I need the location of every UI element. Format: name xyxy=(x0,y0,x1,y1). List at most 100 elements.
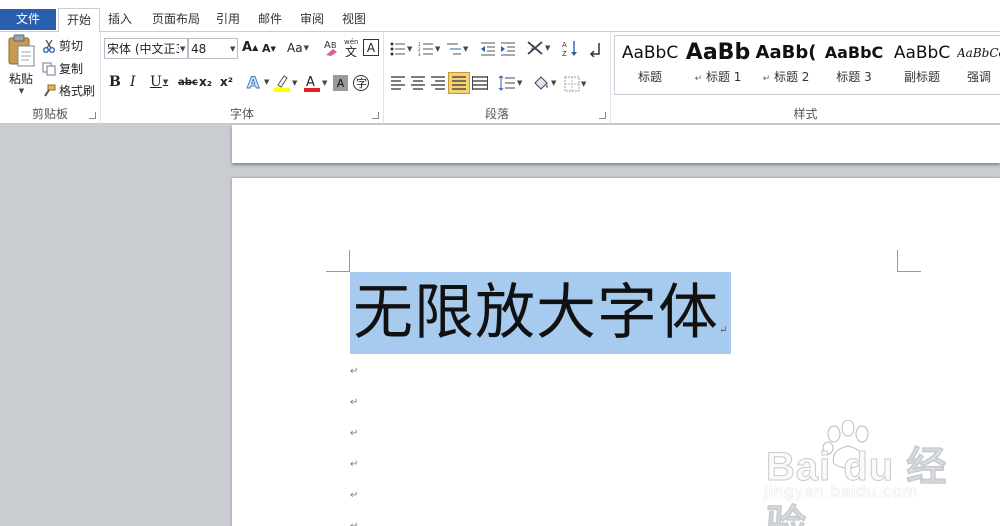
strikethrough-button[interactable]: abc xyxy=(178,77,198,88)
increase-indent-button[interactable] xyxy=(500,42,516,56)
superscript-label: x² xyxy=(220,75,233,89)
paste-dropdown-icon[interactable]: ▼ xyxy=(19,87,24,95)
phonetic-guide-button[interactable]: wén 文 xyxy=(343,37,361,57)
paragraph-mark: ↵ xyxy=(350,428,359,439)
change-case-label: Aa xyxy=(287,41,303,55)
watermark-url-text: jingyan.baidu.com xyxy=(764,482,919,501)
tab-home[interactable]: 开始 xyxy=(58,8,100,33)
chinese-layout-button[interactable]: A ▼ xyxy=(526,40,550,56)
clipboard-group-label: 剪贴板 xyxy=(31,107,68,121)
bold-button[interactable]: B xyxy=(109,74,121,90)
selected-heading-text[interactable]: 无限放大字体↵ xyxy=(350,272,732,354)
tab-page-layout[interactable]: 页面布局 xyxy=(144,8,208,32)
style-item-subtitle[interactable]: AaBbC 副标题 xyxy=(889,38,955,92)
paragraph-mark: ↵ xyxy=(350,490,359,501)
align-left-button[interactable] xyxy=(390,76,406,90)
tab-view[interactable]: 视图 xyxy=(336,8,372,32)
paragraph-mark: ↵ xyxy=(350,459,359,470)
style-item-heading-1[interactable]: AaBb ↵ 标题 1 xyxy=(685,38,751,92)
clear-formatting-button[interactable]: AB xyxy=(323,37,341,57)
underline-button[interactable]: U ▼ xyxy=(150,74,168,90)
heading-paragraph-mark: ↵ xyxy=(719,325,729,336)
shrink-font-button[interactable]: A ▼ xyxy=(262,42,276,55)
highlight-button[interactable]: ▼ xyxy=(273,73,297,93)
svg-text:A: A xyxy=(247,73,260,91)
change-case-button[interactable]: Aa ▼ xyxy=(287,41,309,55)
style-item-heading-3[interactable]: AaBbC 标题 3 xyxy=(821,38,887,92)
font-launcher-icon[interactable] xyxy=(372,112,379,119)
numbering-button[interactable]: 1 2 3 ▼ xyxy=(418,42,440,56)
clipboard-launcher-icon[interactable] xyxy=(89,112,96,119)
justify-button[interactable] xyxy=(448,72,470,94)
style-heading2-label: 标题 2 xyxy=(773,70,810,84)
shrink-arrow-icon: ▼ xyxy=(270,44,276,53)
svg-text:3: 3 xyxy=(418,52,421,56)
tab-insert[interactable]: 插入 xyxy=(102,8,138,32)
style-item-title[interactable]: AaBbC 标题 xyxy=(617,38,683,92)
style-heading3-sample: AaBbC xyxy=(824,43,884,62)
character-shading-button[interactable]: A xyxy=(333,75,348,91)
line-spacing-button[interactable]: ▼ xyxy=(498,75,522,91)
character-shading-icon: A xyxy=(336,76,345,90)
align-right-icon xyxy=(431,76,445,90)
multilevel-list-button[interactable]: ▼ xyxy=(446,42,468,56)
paragraph-mark: ↵ xyxy=(350,521,358,526)
font-color-button[interactable]: A ▼ xyxy=(303,73,327,93)
borders-icon xyxy=(564,76,580,92)
character-border-button[interactable]: A xyxy=(363,39,379,56)
styles-gallery: AaBbC 标题 AaBb ↵ 标题 1 AaBb( ↵ 标题 2 AaBbC … xyxy=(614,35,1000,95)
distributed-button[interactable] xyxy=(472,76,488,90)
paragraph-launcher-icon[interactable] xyxy=(599,112,606,119)
style-item-heading-2[interactable]: AaBb( ↵ 标题 2 xyxy=(753,38,819,92)
decrease-indent-button[interactable] xyxy=(480,42,496,56)
font-size-select[interactable]: 48 ▼ xyxy=(188,38,238,59)
font-name-dropdown-icon[interactable]: ▼ xyxy=(180,45,185,53)
sort-button[interactable]: AZ xyxy=(562,39,578,57)
scissors-icon xyxy=(43,39,55,53)
grow-arrow-icon: ▲ xyxy=(252,43,259,52)
font-size-dropdown-icon[interactable]: ▼ xyxy=(230,45,235,53)
svg-text:文: 文 xyxy=(345,44,357,57)
align-left-icon xyxy=(391,76,405,90)
show-marks-button[interactable] xyxy=(589,41,601,57)
tab-review[interactable]: 审阅 xyxy=(294,8,330,32)
svg-text:A: A xyxy=(306,75,315,90)
style-item-emphasis[interactable]: AaBbCc 强调 xyxy=(957,38,1000,92)
tab-file[interactable]: 文件 xyxy=(0,9,56,30)
superscript-button[interactable]: x² xyxy=(220,75,233,89)
enclose-characters-icon: 字 xyxy=(353,75,369,91)
multilevel-list-icon xyxy=(447,43,461,55)
subscript-button[interactable]: x₂ xyxy=(199,75,212,89)
style-heading2-sample: AaBb( xyxy=(755,42,817,63)
clipboard-group: 粘贴 ▼ 剪切 复制 格式刷 剪贴板 xyxy=(0,32,101,124)
strikethrough-label: abc xyxy=(178,77,198,88)
borders-button[interactable]: ▼ xyxy=(564,76,586,92)
cut-button[interactable]: 剪切 xyxy=(42,37,83,54)
copy-icon xyxy=(42,62,56,75)
style-heading1-name: ↵ 标题 1 xyxy=(685,68,751,85)
svg-text:B: B xyxy=(331,41,337,50)
paint-bucket-icon xyxy=(534,76,548,90)
shading-button[interactable]: ▼ xyxy=(532,74,556,92)
bullets-button[interactable]: ▼ xyxy=(390,42,412,56)
style-emphasis-sample: AaBbCc xyxy=(957,46,1000,60)
italic-button[interactable]: I xyxy=(130,74,136,90)
paste-button[interactable]: 粘贴 ▼ xyxy=(4,34,38,96)
format-painter-button[interactable]: 格式刷 xyxy=(42,82,95,99)
italic-label: I xyxy=(130,74,136,90)
align-center-icon xyxy=(411,76,425,90)
grow-font-button[interactable]: A ▲ xyxy=(242,40,258,55)
crop-mark-top-right xyxy=(897,250,921,272)
font-color-icon: A xyxy=(304,75,320,92)
text-effects-button[interactable]: A ▼ xyxy=(245,73,270,91)
tab-mailings[interactable]: 邮件 xyxy=(252,8,288,32)
style-title-sample: AaBbC xyxy=(621,43,679,63)
enclose-characters-button[interactable]: 字 xyxy=(352,74,370,92)
align-right-button[interactable] xyxy=(430,76,446,90)
text-effects-icon: A xyxy=(247,73,261,91)
align-center-button[interactable] xyxy=(410,76,426,90)
copy-button[interactable]: 复制 xyxy=(42,60,83,77)
font-name-value: 宋体 (中文正3 xyxy=(107,42,179,56)
tab-references[interactable]: 引用 xyxy=(210,8,246,32)
font-name-select[interactable]: 宋体 (中文正3 ▼ xyxy=(104,38,188,59)
